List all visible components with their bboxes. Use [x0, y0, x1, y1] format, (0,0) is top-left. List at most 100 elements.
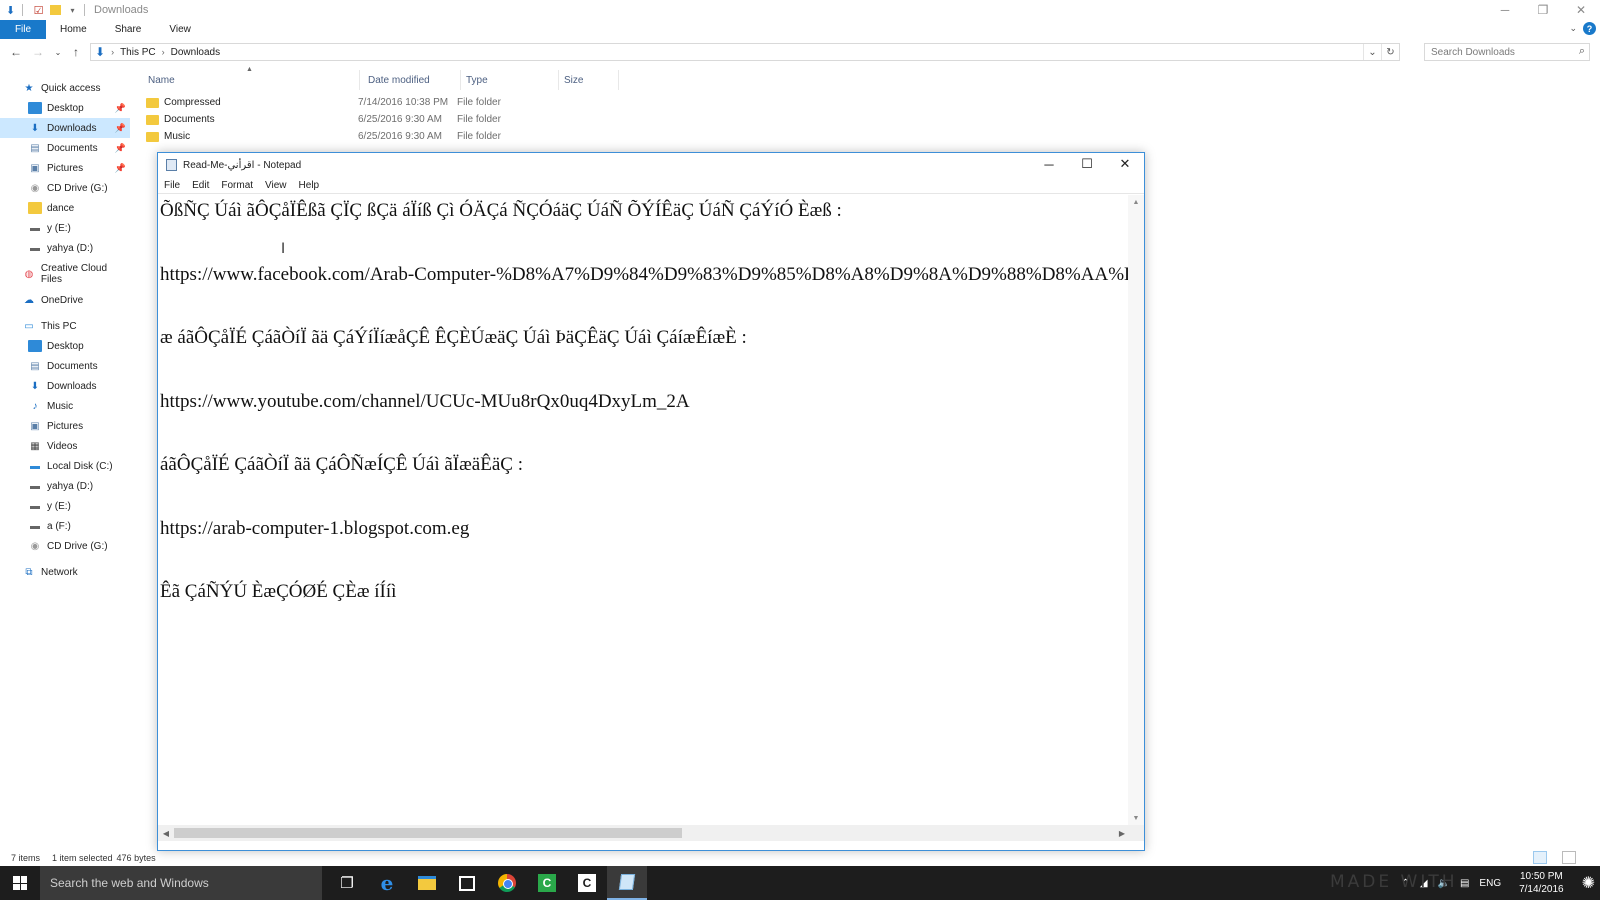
menu-file[interactable]: File [158, 180, 186, 191]
tab-share[interactable]: Share [101, 20, 156, 39]
horizontal-scroll-thumb[interactable] [174, 828, 682, 838]
nav-pc-downloads[interactable]: ⬇ Downloads [0, 376, 130, 396]
menu-view[interactable]: View [259, 180, 293, 191]
clock[interactable]: 10:50 PM 7/14/2016 [1506, 870, 1577, 896]
nav-pc-documents[interactable]: ▤ Documents [0, 356, 130, 376]
nav-onedrive[interactable]: ☁ OneDrive [0, 290, 130, 310]
column-name[interactable]: Name [146, 70, 360, 90]
search-icon[interactable]: ⌕ [1579, 45, 1585, 58]
close-icon[interactable]: ✕ [1562, 0, 1600, 20]
menu-edit[interactable]: Edit [186, 180, 215, 191]
nav-pc-pictures[interactable]: ▣ Pictures [0, 416, 130, 436]
pin-icon[interactable]: 📌 [115, 163, 126, 174]
maximize-icon[interactable]: ☐ [1068, 153, 1106, 175]
address-dropdown-icon[interactable]: ⌄ [1363, 44, 1381, 60]
nav-label: Quick access [41, 82, 101, 94]
nav-label: Downloads [47, 122, 97, 134]
nav-pc-cd-drive[interactable]: ◉ CD Drive (G:) [0, 536, 130, 556]
scroll-down-icon[interactable]: ▼ [1128, 811, 1144, 825]
taskbar-camtasia-studio[interactable]: C [567, 866, 607, 900]
breadcrumb-this-pc[interactable]: This PC [120, 47, 156, 58]
nav-pc-yahya-drive[interactable]: ▬ yahya (D:) [0, 476, 130, 496]
resize-grip[interactable] [1128, 825, 1144, 841]
nav-pc-local-disk[interactable]: ▬ Local Disk (C:) [0, 456, 130, 476]
nav-pc-music[interactable]: ♪ Music [0, 396, 130, 416]
column-size[interactable]: Size [559, 70, 619, 90]
file-row[interactable]: Documents 6/25/2016 9:30 AM File folder [146, 111, 555, 128]
up-arrow-icon[interactable]: ↑ [68, 44, 84, 60]
pin-icon[interactable]: 📌 [115, 123, 126, 134]
file-row[interactable]: Music 6/25/2016 9:30 AM File folder [146, 128, 555, 145]
text-line: áãÔÇåÏÉ ÇáãÒíÏ ãä ÇáÔÑæÍÇÊ Úáì ãÏæäÊäÇ : [160, 454, 523, 475]
expand-ribbon-icon[interactable]: ⌄ [1569, 23, 1577, 34]
tab-home[interactable]: Home [46, 20, 101, 39]
nav-quick-downloads[interactable]: ⬇ Downloads 📌 [0, 118, 130, 138]
action-center-icon[interactable]: ▤ [1455, 878, 1474, 889]
checkmark-icon[interactable]: ☑ [32, 4, 45, 17]
refresh-icon[interactable]: ↻ [1381, 44, 1399, 60]
input-language[interactable]: ENG [1474, 878, 1506, 889]
recent-locations-icon[interactable]: ⌄ [50, 44, 66, 60]
address-bar[interactable]: ⬇ › This PC › Downloads ⌄ ↻ [90, 43, 1400, 61]
taskbar-store[interactable] [447, 866, 487, 900]
properties-icon[interactable]: ⬇ [4, 4, 17, 17]
nav-quick-dance[interactable]: dance [0, 198, 130, 218]
taskbar-notepad[interactable] [607, 866, 647, 900]
nav-quick-desktop[interactable]: Desktop 📌 [0, 98, 130, 118]
nav-pc-videos[interactable]: ▦ Videos [0, 436, 130, 456]
cd-drive-icon: ◉ [30, 182, 40, 194]
vertical-scrollbar[interactable]: ▲ ▼ [1128, 195, 1144, 825]
nav-label: This PC [41, 320, 77, 332]
help-icon[interactable]: ? [1583, 22, 1596, 35]
taskbar-search-input[interactable]: Search the web and Windows [40, 866, 322, 900]
back-arrow-icon[interactable]: ← [8, 44, 24, 60]
scroll-left-icon[interactable]: ◀ [158, 825, 174, 841]
nav-pc-desktop[interactable]: Desktop [0, 336, 130, 356]
tab-file[interactable]: File [0, 20, 46, 39]
taskbar-edge[interactable]: e [367, 866, 407, 900]
start-button[interactable] [0, 866, 40, 900]
scroll-up-icon[interactable]: ▲ [1128, 195, 1144, 209]
menu-help[interactable]: Help [293, 180, 326, 191]
minimize-icon[interactable]: ─ [1486, 0, 1524, 20]
nav-quick-y-drive[interactable]: ▬ y (E:) [0, 218, 130, 238]
file-row[interactable]: Compressed 7/14/2016 10:38 PM File folde… [146, 94, 555, 111]
breadcrumb-downloads[interactable]: Downloads [171, 47, 220, 58]
nav-this-pc[interactable]: ▭ This PC [0, 316, 130, 336]
taskbar-chrome[interactable] [487, 866, 527, 900]
nav-pc-y-drive[interactable]: ▬ y (E:) [0, 496, 130, 516]
nav-label: Pictures [47, 420, 84, 432]
address-bar-actions: ⌄ ↻ [1363, 44, 1399, 60]
nav-quick-documents[interactable]: ▤ Documents 📌 [0, 138, 130, 158]
nav-pc-a-drive[interactable]: ▬ a (F:) [0, 516, 130, 536]
tab-view[interactable]: View [155, 20, 205, 39]
nav-quick-access[interactable]: ★ Quick access [0, 78, 130, 98]
taskbar-camtasia-recorder[interactable]: C [527, 866, 567, 900]
notepad-text-area[interactable]: ÕßÑÇ Úáì ãÔÇåÏÊßã ÇÏÇ ßÇä áÏíß Çì ÓÄÇá Ñ… [158, 195, 1130, 825]
nav-quick-cd-drive[interactable]: ◉ CD Drive (G:) [0, 178, 130, 198]
horizontal-scrollbar[interactable]: ◀ ▶ [158, 825, 1130, 841]
pin-icon[interactable]: 📌 [115, 103, 126, 114]
nav-network[interactable]: ⧉ Network [0, 562, 130, 582]
taskbar-file-explorer[interactable] [407, 866, 447, 900]
search-input[interactable]: Search Downloads ⌕ [1424, 43, 1590, 61]
minimize-icon[interactable]: ─ [1030, 153, 1068, 175]
column-type[interactable]: Type [461, 70, 559, 90]
details-view-icon[interactable] [1533, 851, 1547, 864]
forward-arrow-icon[interactable]: → [30, 44, 46, 60]
nav-quick-yahya-drive[interactable]: ▬ yahya (D:) [0, 238, 130, 258]
nav-creative-cloud[interactable]: ◍ Creative Cloud Files [0, 263, 130, 285]
task-view-button[interactable]: ❐ [327, 866, 367, 900]
qa-dropdown-icon[interactable]: ▾ [66, 4, 79, 17]
brightness-icon[interactable]: ✺ [1577, 873, 1600, 893]
status-size: 476 bytes [116, 853, 156, 863]
new-folder-icon[interactable] [49, 4, 62, 17]
pin-icon[interactable]: 📌 [115, 143, 126, 154]
close-icon[interactable]: ✕ [1106, 153, 1144, 175]
text-line: ÕßÑÇ Úáì ãÔÇåÏÊßã ÇÏÇ ßÇä áÏíß Çì ÓÄÇá Ñ… [160, 200, 842, 221]
restore-icon[interactable]: ❐ [1524, 0, 1562, 20]
column-date-modified[interactable]: Date modified [360, 70, 461, 90]
nav-quick-pictures[interactable]: ▣ Pictures 📌 [0, 158, 130, 178]
menu-format[interactable]: Format [215, 180, 259, 191]
large-icons-view-icon[interactable] [1562, 851, 1576, 864]
